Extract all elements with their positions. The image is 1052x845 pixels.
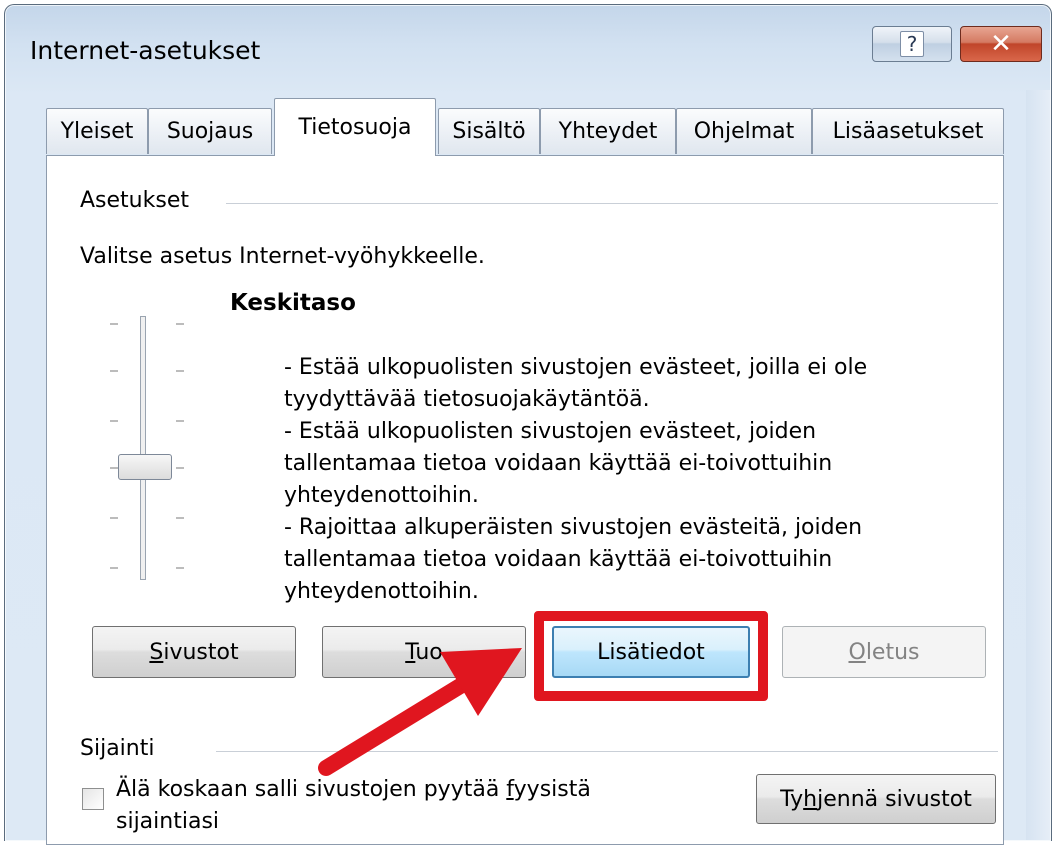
never-allow-location-label[interactable]: Älä koskaan salli sivustojen pyytää fyys…: [116, 774, 591, 838]
location-label-line2: sijaintiasi: [116, 809, 220, 834]
sites-accel: S: [149, 639, 164, 665]
tab-content[interactable]: Sisältö: [438, 108, 540, 154]
sites-button[interactable]: Sivustot: [92, 626, 296, 678]
settings-group-divider: [226, 203, 998, 204]
tab-connections[interactable]: Yhteydet: [540, 108, 676, 154]
tab-security[interactable]: Suojaus: [148, 108, 272, 154]
default-label: letus: [865, 639, 920, 665]
slider-tick: [110, 323, 118, 325]
location-group-divider: [216, 751, 998, 752]
slider-thumb[interactable]: [118, 454, 172, 480]
location-group-label: Sijainti: [80, 736, 155, 761]
slider-tick: [176, 420, 184, 422]
location-label-part: yysistä: [513, 777, 591, 802]
slider-tick: [176, 517, 184, 519]
close-button[interactable]: ✕: [960, 26, 1042, 62]
clear-sites-label-part: jennä sivustot: [817, 786, 972, 812]
import-accel: T: [405, 639, 416, 665]
tab-privacy[interactable]: Tietosuoja: [274, 98, 436, 156]
close-icon: ✕: [990, 29, 1012, 59]
default-button[interactable]: Oletus: [782, 626, 986, 678]
slider-track[interactable]: [140, 316, 146, 580]
privacy-level-description: - Estää ulkopuolisten sivustojen evästee…: [284, 355, 868, 604]
tab-programs[interactable]: Ohjelmat: [676, 108, 812, 154]
slider-tick: [176, 370, 184, 372]
default-accel: O: [848, 639, 866, 665]
help-icon: ?: [900, 31, 924, 57]
window-frame-right: [1026, 90, 1050, 840]
clear-sites-label-part: Ty: [780, 786, 804, 812]
location-label-accel: f: [506, 777, 514, 802]
slider-tick: [176, 323, 184, 325]
slider-tick: [176, 467, 184, 469]
dialog-title: Internet-asetukset: [30, 36, 261, 65]
slider-tick: [110, 370, 118, 372]
slider-tick: [110, 567, 118, 569]
import-button[interactable]: Tuo: [322, 626, 526, 678]
import-label: uo: [415, 639, 443, 665]
zone-instruction: Valitse asetus Internet-vyöhykkeelle.: [80, 244, 485, 269]
slider-tick: [110, 517, 118, 519]
slider-tick: [176, 567, 184, 569]
highlight-annotation-box: [534, 611, 768, 701]
tab-advanced[interactable]: Lisäasetukset: [812, 108, 1004, 154]
clear-sites-accel: h: [803, 786, 818, 812]
location-label-part: Älä koskaan salli sivustojen pyytää: [116, 777, 507, 802]
clear-sites-button[interactable]: Tyhjennä sivustot: [756, 774, 996, 824]
help-button[interactable]: ?: [872, 26, 952, 62]
never-allow-location-checkbox[interactable]: [82, 788, 104, 810]
settings-group-label: Asetukset: [80, 188, 189, 213]
slider-tick: [110, 467, 118, 469]
sites-label: ivustot: [163, 639, 239, 665]
slider-tick: [110, 420, 118, 422]
tab-general[interactable]: Yleiset: [46, 108, 148, 154]
privacy-level-title: Keskitaso: [230, 290, 356, 316]
